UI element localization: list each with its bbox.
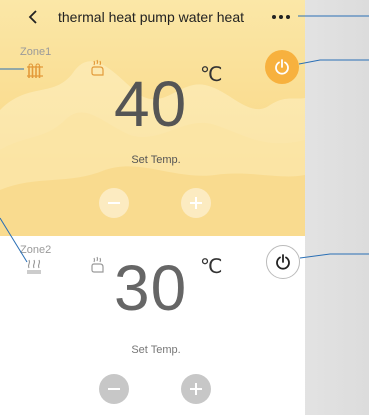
floor-heating-icon — [27, 259, 41, 274]
page-title: thermal heat pump water heat — [58, 9, 244, 25]
minus-icon — [108, 202, 120, 204]
back-arrow-icon — [28, 10, 37, 24]
power-icon — [276, 254, 290, 270]
more-button[interactable] — [266, 9, 296, 25]
minus-icon — [108, 388, 120, 390]
zone1-unit: ℃ — [200, 64, 223, 86]
zone2-increase-button[interactable] — [181, 374, 211, 404]
hand-heat-icon — [91, 59, 104, 76]
zone2-set-temp-label: Set Temp. — [131, 344, 181, 356]
zone1-panel: thermal heat pump water heat Zone1 40 ℃ … — [0, 0, 305, 236]
zone1-set-temp-label: Set Temp. — [131, 154, 181, 166]
zone2-decrease-button[interactable] — [99, 374, 129, 404]
zone2-label: Zone2 — [20, 244, 52, 256]
hand-heat-icon — [91, 256, 104, 273]
zone1-temperature: 40 — [114, 68, 188, 140]
zone1-label: Zone1 — [20, 46, 52, 58]
back-button[interactable] — [22, 6, 44, 28]
plus-icon — [190, 383, 202, 395]
zone1-decrease-button[interactable] — [99, 188, 129, 218]
zone1-power-button[interactable] — [265, 50, 299, 84]
app-screen: thermal heat pump water heat Zone1 40 ℃ … — [0, 0, 305, 415]
zone2-temperature: 30 — [114, 252, 188, 324]
more-dots-icon — [272, 15, 290, 19]
power-icon — [275, 59, 289, 75]
zone1-increase-button[interactable] — [181, 188, 211, 218]
radiator-icon — [27, 63, 43, 78]
app-header: thermal heat pump water heat — [0, 0, 305, 36]
zone2-unit: ℃ — [200, 256, 223, 278]
zone2-power-button[interactable] — [266, 245, 300, 279]
plus-icon — [190, 197, 202, 209]
